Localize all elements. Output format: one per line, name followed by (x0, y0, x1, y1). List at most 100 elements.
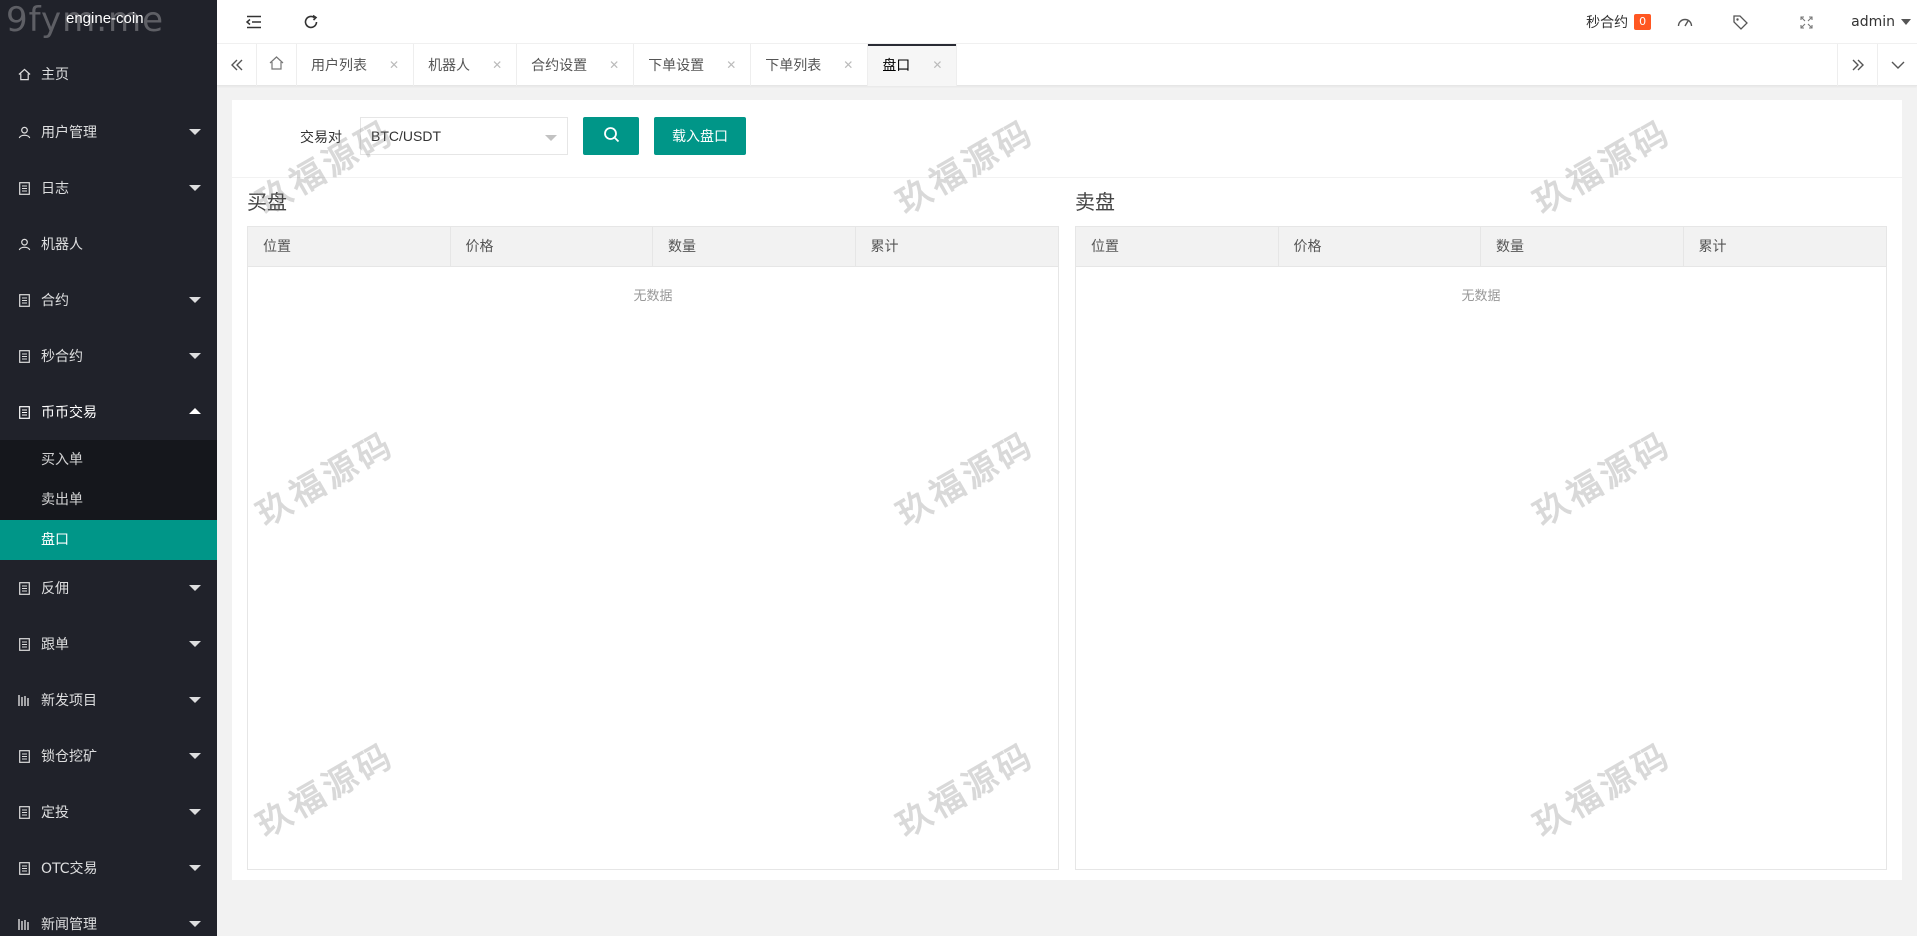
chevron-down-icon (545, 135, 557, 141)
close-icon[interactable]: ✕ (843, 58, 853, 72)
chevron-up-icon (189, 408, 201, 414)
second-contract-label: 秒合约 (1586, 15, 1629, 31)
column-header: 数量 (1481, 227, 1684, 267)
tab-label: 机器人 (428, 58, 471, 74)
column-header: 位置 (1076, 227, 1279, 267)
column-header: 累计 (1698, 239, 1727, 255)
sidebar-item-new-projects[interactable]: 新发项目 (0, 672, 217, 728)
chevron-down-icon (189, 641, 201, 647)
chevron-down-icon (189, 185, 201, 191)
tab-home[interactable] (257, 44, 297, 86)
trading-pair-value: BTC/USDT (371, 128, 441, 144)
user-menu[interactable]: admin (1839, 0, 1917, 44)
chevron-down-icon (189, 921, 201, 927)
chevron-down-icon (189, 865, 201, 871)
sidebar-item-staking-mining[interactable]: 锁仓挖矿 (0, 728, 217, 784)
sell-panel-title: 卖盘 (1075, 190, 1115, 214)
close-icon[interactable]: ✕ (609, 58, 619, 72)
sidebar-item-contract[interactable]: 合约 (0, 272, 217, 328)
sidebar-item-label: 主页 (41, 67, 69, 83)
top-header: 秒合约 0 admin (217, 0, 1917, 44)
chevron-down-icon (189, 697, 201, 703)
list-icon (17, 693, 31, 707)
close-icon[interactable]: ✕ (932, 58, 942, 72)
column-header: 数量 (653, 227, 856, 267)
logo[interactable]: 9fym.me engine-coin (0, 0, 217, 44)
tab-label: 用户列表 (311, 58, 367, 74)
document-icon (17, 805, 31, 819)
sidebar-item-rebate[interactable]: 反佣 (0, 560, 217, 616)
refresh-icon[interactable] (301, 12, 321, 32)
user-icon (17, 237, 31, 251)
sidebar-item-label: 秒合约 (41, 349, 83, 365)
sidebar-item-robot[interactable]: 机器人 (0, 216, 217, 272)
empty-state: 无数据 (633, 289, 673, 304)
sidebar-item-second-contract[interactable]: 秒合约 (0, 328, 217, 384)
trading-pair-label: 交易对 (300, 130, 342, 146)
sidebar-item-user-management-row[interactable]: 用户管理 (0, 104, 217, 160)
fullscreen-icon[interactable] (1774, 0, 1839, 44)
sidebar-item-copy-trading[interactable]: 跟单 (0, 616, 217, 672)
document-icon (17, 293, 31, 307)
sell-orders-table: 位置 价格 数量 累计 无数据 (1075, 226, 1887, 870)
sidebar-item-label: 币币交易 (41, 405, 97, 421)
tab-order-list[interactable]: 下单列表 ✕ (751, 44, 869, 86)
sidebar-item-logs[interactable]: 日志 (0, 160, 217, 216)
sidebar-item-label: OTC交易 (41, 861, 98, 877)
sidebar-item-auto-invest[interactable]: 定投 (0, 784, 217, 840)
trading-pair-select[interactable]: BTC/USDT (360, 117, 568, 155)
chevron-down-icon (189, 753, 201, 759)
tabs-scroll-left-icon[interactable] (217, 44, 257, 86)
chevron-down-icon (189, 585, 201, 591)
sidebar-item-home[interactable]: 主页 (0, 44, 217, 104)
sidebar-subitem-buy-orders[interactable]: 买入单 (0, 440, 217, 480)
load-orderbook-button[interactable]: 载入盘口 (654, 117, 746, 155)
sidebar-item-label: 日志 (41, 181, 69, 197)
close-icon[interactable]: ✕ (389, 58, 399, 72)
tag-icon[interactable] (1707, 0, 1774, 44)
sidebar-item-otc[interactable]: OTC交易 (0, 840, 217, 896)
chevron-down-icon (1901, 19, 1911, 25)
sidebar-item-label: 合约 (41, 293, 69, 309)
sidebar-item-label: 定投 (41, 805, 69, 821)
search-button[interactable] (583, 117, 639, 155)
chevron-down-icon (189, 129, 201, 135)
app-title: engine-coin (66, 10, 144, 27)
sidebar-item-spot-trading[interactable]: 币币交易 (0, 384, 217, 440)
column-header: 位置 (248, 227, 451, 267)
tab-orderbook[interactable]: 盘口 ✕ (868, 44, 958, 86)
tabs-menu-chevron-down-icon[interactable] (1877, 44, 1917, 86)
second-contract-link[interactable]: 秒合约 0 (1574, 0, 1663, 44)
tab-label: 盘口 (882, 58, 911, 74)
sidebar-item-label: 反佣 (41, 581, 69, 597)
document-icon (17, 637, 31, 651)
sidebar-subitem-sell-orders[interactable]: 卖出单 (0, 480, 217, 520)
tab-contract-settings[interactable]: 合约设置 ✕ (517, 44, 635, 86)
search-icon (603, 126, 620, 146)
tab-order-settings[interactable]: 下单设置 ✕ (634, 44, 752, 86)
sidebar-item-news[interactable]: 新闻管理 (0, 896, 217, 936)
tabs-scroll-right-icon[interactable] (1837, 44, 1877, 86)
empty-state: 无数据 (1461, 289, 1501, 304)
document-icon (17, 749, 31, 763)
sidebar-subitem-orderbook[interactable]: 盘口 (0, 520, 217, 560)
dashboard-icon[interactable] (1663, 0, 1707, 44)
document-icon (17, 581, 31, 595)
chevron-down-icon (189, 297, 201, 303)
tab-label: 合约设置 (531, 58, 588, 74)
column-header: 价格 (451, 227, 653, 267)
main-content: 交易对 BTC/USDT 载入盘口 买盘 位置 价格 数量 累计 无数据 卖盘 … (232, 100, 1902, 880)
sidebar: 9fym.me engine-coin 主页 用户管理 日志 机器人 合约 秒合… (0, 0, 217, 936)
tab-user-list[interactable]: 用户列表 ✕ (297, 44, 415, 86)
sidebar-item-label: 锁仓挖矿 (41, 749, 97, 765)
sidebar-item-label: 新发项目 (41, 693, 97, 709)
close-icon[interactable]: ✕ (726, 58, 736, 72)
tab-robot[interactable]: 机器人 ✕ (414, 44, 518, 86)
tab-bar: 用户列表 ✕ 机器人 ✕ 合约设置 ✕ 下单设置 ✕ 下单列表 ✕ 盘口 ✕ (217, 44, 1917, 86)
close-icon[interactable]: ✕ (492, 58, 502, 72)
username: admin (1851, 14, 1895, 30)
menu-collapse-icon[interactable] (244, 12, 264, 32)
user-icon (17, 125, 31, 139)
document-icon (17, 349, 31, 363)
tab-label: 下单设置 (648, 58, 705, 74)
